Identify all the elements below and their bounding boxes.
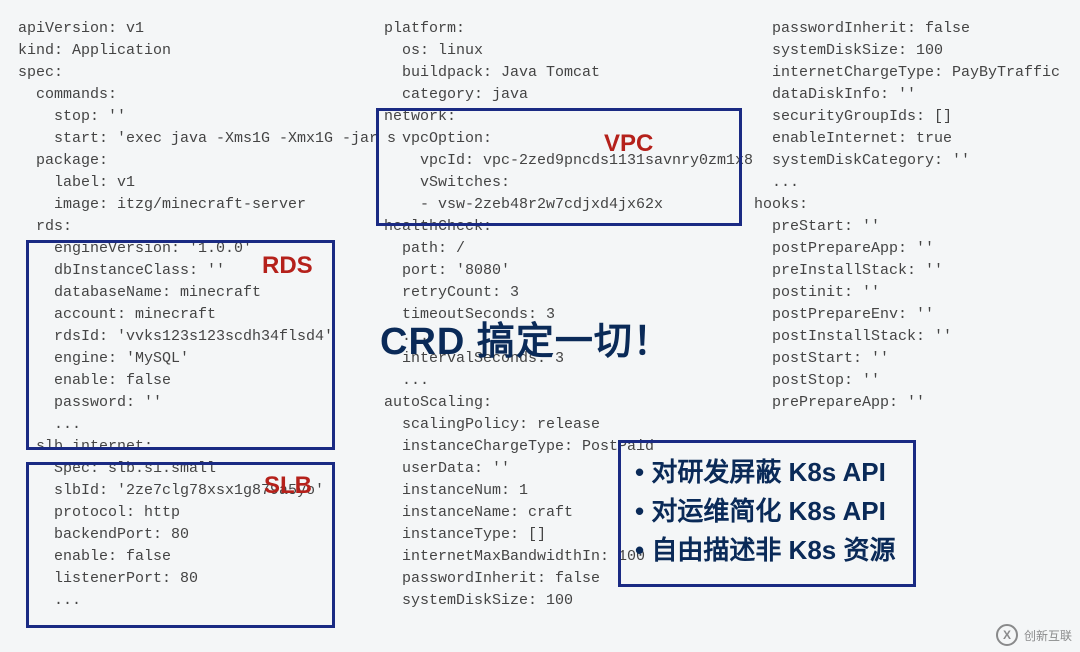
code-line: engineVersion: '1.0.0': [18, 238, 362, 260]
code-line: retryCount: 3: [384, 282, 732, 304]
code-line: engine: 'MySQL': [18, 348, 362, 370]
code-line: enable: false: [18, 546, 362, 568]
yaml-col-2: platform: os: linux buildpack: Java Tomc…: [366, 0, 736, 652]
code-line: systemDiskSize: 100: [754, 40, 1076, 62]
code-line: systemDiskSize: 100: [384, 590, 732, 612]
code-line: network:: [384, 106, 732, 128]
code-line: password: '': [18, 392, 362, 414]
code-line: enableInternet: true: [754, 128, 1076, 150]
code-line: rdsId: 'vvks123s123scdh34flsd4': [18, 326, 362, 348]
code-line: category: java: [384, 84, 732, 106]
code-line: account: minecraft: [18, 304, 362, 326]
code-line: - vsw-2zeb48r2w7cdjxd4jx62x: [384, 194, 732, 216]
code-line: internetMaxBandwidthIn: 100: [384, 546, 732, 568]
code-line: spec:: [18, 62, 362, 84]
code-line: slb.internet:: [18, 436, 362, 458]
code-line: apiVersion: v1: [18, 18, 362, 40]
code-line: rds:: [18, 216, 362, 238]
code-line: timeoutSeconds: 3: [384, 304, 732, 326]
code-line: kind: Application: [18, 40, 362, 62]
code-line: passwordInherit: false: [384, 568, 732, 590]
code-line: slbId: '2ze7clg78xsx1g879a5yo': [18, 480, 362, 502]
code-line: label: v1: [18, 172, 362, 194]
code-line: enable: false: [18, 370, 362, 392]
code-line: internetChargeType: PayByTraffic: [754, 62, 1076, 84]
code-line: ...: [384, 326, 732, 348]
code-line: dbInstanceClass: '': [18, 260, 362, 282]
code-line: Spec: slb.s1.small: [18, 458, 362, 480]
code-line: intervalSeconds: 3: [384, 348, 732, 370]
code-line: instanceChargeType: PostPaid: [384, 436, 732, 458]
code-line: buildpack: Java Tomcat: [384, 62, 732, 84]
code-line: os: linux: [384, 40, 732, 62]
code-line: ...: [18, 590, 362, 612]
yaml-col-3: passwordInherit: false systemDiskSize: 1…: [736, 0, 1080, 652]
code-line: autoScaling:: [384, 392, 732, 414]
code-line: image: itzg/minecraft-server: [18, 194, 362, 216]
code-line: protocol: http: [18, 502, 362, 524]
watermark-text: 创新互联: [1024, 627, 1072, 644]
code-line: platform:: [384, 18, 732, 40]
code-line: backendPort: 80: [18, 524, 362, 546]
code-line: start: 'exec java -Xms1G -Xmx1G -jar s: [18, 128, 362, 150]
code-line: instanceName: craft: [384, 502, 732, 524]
code-line: instanceType: []: [384, 524, 732, 546]
watermark: X 创新互联: [996, 624, 1072, 646]
code-line: securityGroupIds: []: [754, 106, 1076, 128]
code-line: healthCheck:: [384, 216, 732, 238]
code-line: commands:: [18, 84, 362, 106]
code-line: dataDiskInfo: '': [754, 84, 1076, 106]
code-line: listenerPort: 80: [18, 568, 362, 590]
code-line: vpcId: vpc-2zed9pncds1131savnry0zm1x8: [384, 150, 732, 172]
code-line: vSwitches:: [384, 172, 732, 194]
code-line: postPrepareEnv: '': [754, 304, 1076, 326]
code-line: postinit: '': [754, 282, 1076, 304]
code-line: path: /: [384, 238, 732, 260]
yaml-columns: apiVersion: v1kind: Applicationspec: com…: [0, 0, 1080, 652]
yaml-col-1: apiVersion: v1kind: Applicationspec: com…: [0, 0, 366, 652]
code-line: userData: '': [384, 458, 732, 480]
code-line: postStop: '': [754, 370, 1076, 392]
code-line: ...: [18, 414, 362, 436]
code-line: systemDiskCategory: '': [754, 150, 1076, 172]
code-line: postInstallStack: '': [754, 326, 1076, 348]
code-line: ...: [754, 172, 1076, 194]
code-line: passwordInherit: false: [754, 18, 1076, 40]
code-line: port: '8080': [384, 260, 732, 282]
code-line: scalingPolicy: release: [384, 414, 732, 436]
code-line: preInstallStack: '': [754, 260, 1076, 282]
code-line: preStart: '': [754, 216, 1076, 238]
code-line: stop: '': [18, 106, 362, 128]
code-line: vpcOption:: [384, 128, 732, 150]
code-line: hooks:: [754, 194, 1076, 216]
code-line: postStart: '': [754, 348, 1076, 370]
code-line: ...: [384, 370, 732, 392]
code-line: instanceNum: 1: [384, 480, 732, 502]
code-line: prePrepareApp: '': [754, 392, 1076, 414]
watermark-logo-icon: X: [996, 624, 1018, 646]
code-line: databaseName: minecraft: [18, 282, 362, 304]
code-line: package:: [18, 150, 362, 172]
code-line: postPrepareApp: '': [754, 238, 1076, 260]
